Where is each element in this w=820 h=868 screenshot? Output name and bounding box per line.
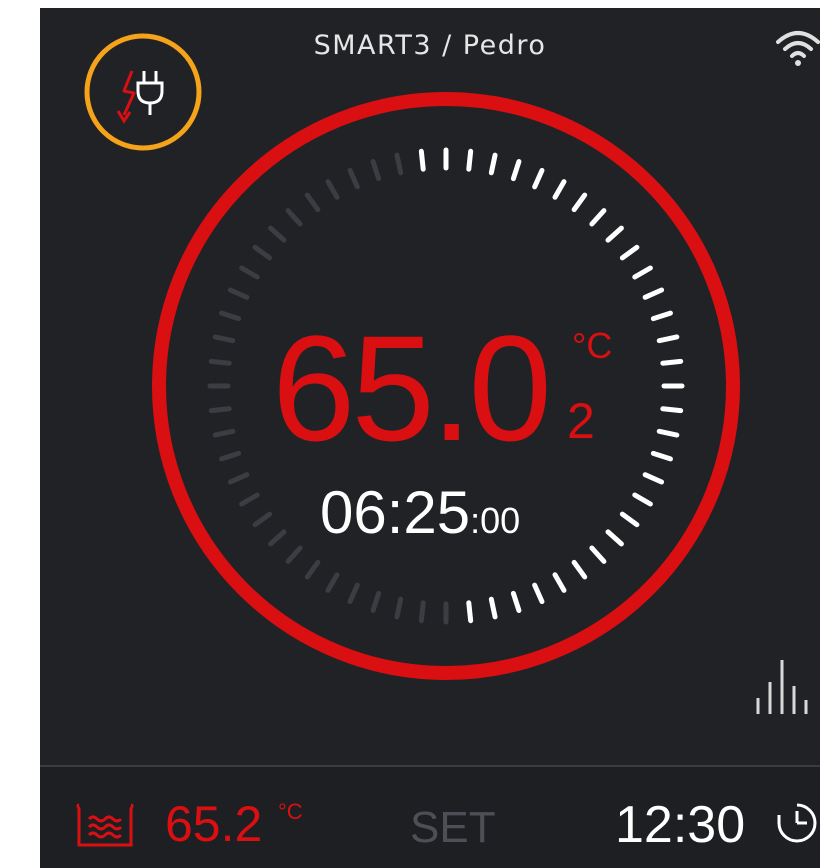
timer-icon[interactable] [775, 801, 819, 845]
dial-tick [552, 179, 567, 200]
dial-tick [219, 310, 242, 322]
dial-tick [304, 559, 321, 580]
dial-tick [660, 358, 684, 366]
dial-tick [370, 159, 382, 182]
temperature-unit: °C [572, 325, 613, 366]
dial-tick [532, 167, 545, 190]
dial-tick [650, 310, 673, 322]
dial-tick [642, 472, 665, 485]
set-button[interactable]: SET [410, 803, 496, 853]
dial-tick [589, 208, 607, 227]
dial-tick [510, 590, 522, 613]
dial-tick [252, 244, 273, 261]
dial-tick [212, 428, 236, 438]
wifi-icon[interactable] [776, 28, 820, 68]
dial-tick [418, 600, 426, 624]
dial-tick [347, 167, 360, 190]
dial-tick [466, 148, 474, 172]
dial-tick [488, 152, 498, 176]
dial-tick [325, 179, 340, 200]
dial-tick [252, 511, 273, 528]
dial-tick [488, 596, 498, 620]
dial-tick [642, 287, 665, 300]
clock-time: 12:30 [615, 796, 746, 854]
dial-tick [239, 492, 260, 507]
dial-tick [347, 582, 360, 605]
dial-tick [219, 450, 242, 462]
status-footer: 65.2 °C SET 12:30 [40, 765, 820, 868]
target-temperature: 65.0 [272, 304, 552, 472]
dial-tick [285, 545, 303, 564]
graph-icon[interactable] [752, 658, 808, 716]
dial-tick [619, 511, 640, 528]
dial-tick [394, 152, 404, 176]
dial-tick [632, 492, 653, 507]
dial-tick [370, 590, 382, 613]
dial-tick [589, 545, 607, 564]
timer-main: 06:25 [320, 479, 471, 546]
device-screen: SMART3 / Pedro 65.0 °C 2 06:25:00 65.2 °… [40, 8, 820, 868]
dial-tick [227, 472, 250, 485]
dial-tick [208, 358, 232, 366]
dial-tick [656, 428, 680, 438]
dial-tick [394, 596, 404, 620]
dial-tick [660, 406, 684, 414]
dial-tick [239, 265, 260, 280]
water-bath-icon [76, 803, 134, 847]
bath-temperature-unit: °C [278, 799, 303, 824]
dial-tick [656, 334, 680, 344]
dial-tick [571, 559, 588, 580]
dial-tick [212, 334, 236, 344]
bath-temperature: 65.2 [165, 796, 263, 852]
timer-seconds: :00 [470, 500, 521, 541]
dial-tick [268, 225, 287, 243]
dial-tick [532, 582, 545, 605]
dial-tick [510, 159, 522, 182]
dial-tick [632, 265, 653, 280]
dial-tick [227, 287, 250, 300]
dial-tick [571, 192, 588, 213]
dial-tick [285, 208, 303, 227]
dial-tick [605, 225, 624, 243]
timer-display: 06:25:00 [320, 478, 520, 556]
dial-tick [304, 192, 321, 213]
dial-tick [208, 406, 232, 414]
temperature-decimal: 2 [567, 393, 595, 449]
dial-tick [552, 572, 567, 593]
dial-tick [325, 572, 340, 593]
dial-tick [650, 450, 673, 462]
dial-tick [418, 148, 426, 172]
dial-tick [619, 244, 640, 261]
dial-tick [605, 529, 624, 547]
dial-tick [268, 529, 287, 547]
dial-tick [466, 600, 474, 624]
